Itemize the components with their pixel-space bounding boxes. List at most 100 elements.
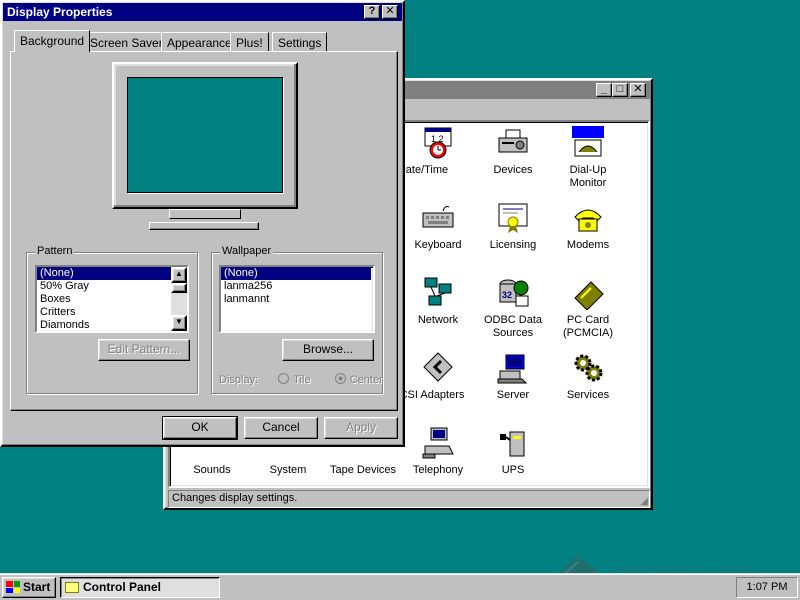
- dialog-title: Display Properties: [7, 5, 113, 19]
- pattern-label: Pattern: [35, 245, 75, 257]
- cp-item-label: Modems: [566, 239, 610, 251]
- cp-item-label: ODBC Data Sources: [483, 314, 543, 339]
- clock[interactable]: 1:07 PM: [747, 581, 788, 593]
- clock-calendar-icon: 1 2: [421, 126, 455, 160]
- center-radio[interactable]: [334, 373, 346, 384]
- wallpaper-label: Wallpaper: [220, 245, 274, 257]
- cp-item-label: Services: [566, 389, 610, 401]
- cp-item-label: Server: [496, 389, 530, 401]
- cp-item-telephony[interactable]: Telephony: [400, 426, 476, 477]
- cp-item-licensing[interactable]: Licensing: [475, 201, 551, 252]
- pattern-item-none[interactable]: (None): [37, 267, 171, 280]
- display-properties-dialog: Display Properties ? ✕ Background Screen…: [0, 0, 405, 447]
- cp-item-date-time[interactable]: 1 2 Date/Time: [398, 126, 476, 177]
- monitor-screen-preview: [127, 77, 283, 193]
- cp-item-keyboard[interactable]: Keyboard: [400, 201, 476, 252]
- pattern-item-critters[interactable]: Critters: [37, 306, 171, 319]
- scsi-adapter-icon: [421, 351, 455, 385]
- apply-button[interactable]: Apply: [324, 417, 398, 439]
- pattern-group: Pattern (None) 50% Gray Boxes Critters D…: [26, 245, 198, 394]
- maximize-button[interactable]: □: [612, 83, 628, 97]
- tab-settings[interactable]: Settings: [272, 32, 328, 52]
- cp-item-label: System: [269, 464, 307, 476]
- cp-item-services[interactable]: Services: [550, 351, 626, 402]
- minimize-button[interactable]: _: [596, 83, 612, 97]
- services-gears-icon: [571, 351, 605, 385]
- system-tray: 1:07 PM: [736, 577, 798, 598]
- tab-appearance[interactable]: Appearance: [161, 32, 238, 52]
- monitor-neck: [169, 209, 241, 219]
- wallpaper-item-none[interactable]: (None): [221, 267, 371, 280]
- cp-item-label: PC Card (PCMCIA): [562, 314, 614, 339]
- cp-item-scsi-adapters[interactable]: CSI Adapters: [400, 351, 476, 402]
- licensing-certificate-icon: [496, 201, 530, 235]
- tab-background[interactable]: Background: [14, 30, 91, 52]
- cp-item-label: Dial-Up Monitor: [569, 164, 607, 189]
- cp-item-odbc[interactable]: 32 ODBC Data Sources: [475, 276, 551, 340]
- display-label: Display:: [219, 374, 259, 386]
- cp-item-label: Sounds: [193, 464, 231, 476]
- resize-grip-icon[interactable]: ◢: [640, 496, 648, 507]
- pattern-item-diamonds[interactable]: Diamonds: [37, 319, 171, 331]
- devices-icon: [496, 126, 530, 160]
- dialog-close-button[interactable]: ✕: [382, 5, 398, 19]
- wallpaper-group: Wallpaper (None) lanma256 lanmannt Brows…: [211, 245, 383, 394]
- network-icon: [421, 276, 455, 310]
- edit-pattern-button[interactable]: Edit Pattern...: [98, 339, 190, 361]
- cp-item-label: Keyboard: [414, 239, 462, 251]
- monitor-base: [149, 222, 259, 230]
- browse-button[interactable]: Browse...: [282, 339, 374, 361]
- start-button[interactable]: Start: [2, 577, 56, 598]
- pattern-listbox[interactable]: (None) 50% Gray Boxes Critters Diamonds …: [35, 265, 189, 333]
- dialup-monitor-icon: [571, 126, 605, 160]
- windows-logo-icon: [6, 581, 20, 593]
- cp-item-devices[interactable]: Devices: [475, 126, 551, 177]
- tile-radio[interactable]: [278, 373, 290, 384]
- cp-item-modems[interactable]: Modems: [550, 201, 626, 252]
- scroll-thumb[interactable]: [171, 283, 187, 293]
- pc-card-icon: [571, 276, 605, 311]
- cp-item-ups[interactable]: UPS: [475, 426, 551, 477]
- monitor-preview: [112, 62, 300, 232]
- server-icon: [496, 351, 530, 385]
- cp-item-label: UPS: [501, 464, 525, 476]
- odbc-icon: 32: [496, 276, 530, 310]
- ok-button[interactable]: OK: [162, 416, 238, 440]
- wallpaper-item-lanma256[interactable]: lanma256: [221, 280, 371, 293]
- wallpaper-item-lanmannt[interactable]: lanmannt: [221, 293, 371, 306]
- close-button[interactable]: ✕: [630, 83, 646, 97]
- tile-label: Tile: [293, 374, 311, 386]
- scroll-up-button[interactable]: ▲: [171, 267, 187, 283]
- cp-item-pc-card[interactable]: PC Card (PCMCIA): [550, 276, 626, 340]
- cp-item-label: Devices: [493, 164, 533, 176]
- tab-screen-saver[interactable]: Screen Saver: [84, 32, 169, 52]
- cancel-button[interactable]: Cancel: [244, 417, 318, 439]
- tab-plus[interactable]: Plus!: [230, 32, 269, 52]
- start-label: Start: [23, 580, 51, 594]
- cp-item-label: Licensing: [489, 239, 537, 251]
- control-panel-folder-icon: [65, 582, 79, 593]
- display-options: Display: Tile Center: [219, 373, 383, 386]
- taskbar-item-control-panel[interactable]: Control Panel: [60, 577, 220, 598]
- pattern-item-boxes[interactable]: Boxes: [37, 293, 171, 306]
- help-button[interactable]: ?: [364, 5, 380, 19]
- cp-item-network[interactable]: Network: [400, 276, 476, 327]
- tab-page: Pattern (None) 50% Gray Boxes Critters D…: [10, 51, 398, 411]
- scroll-down-button[interactable]: ▼: [171, 315, 187, 331]
- taskbar: Start Control Panel 1:07 PM: [0, 573, 800, 600]
- status-text: Changes display settings.: [172, 492, 298, 504]
- cp-item-server[interactable]: Server: [475, 351, 551, 402]
- ups-icon: [496, 426, 530, 460]
- status-bar: Changes display settings. ◢: [168, 490, 650, 508]
- wallpaper-listbox[interactable]: (None) lanma256 lanmannt: [219, 265, 375, 333]
- telephony-icon: [421, 426, 455, 460]
- keyboard-icon: [421, 201, 455, 235]
- pattern-scrollbar[interactable]: ▲ ▼: [171, 267, 187, 331]
- monitor-bezel: [112, 62, 298, 209]
- dialog-titlebar[interactable]: Display Properties ? ✕: [3, 3, 402, 21]
- taskbar-item-label: Control Panel: [83, 580, 162, 594]
- modem-phone-icon: [571, 201, 605, 235]
- pattern-item-50-gray[interactable]: 50% Gray: [37, 280, 171, 293]
- cp-item-label: Tape Devices: [329, 464, 397, 476]
- cp-item-dial-up-monitor[interactable]: Dial-Up Monitor: [550, 126, 626, 190]
